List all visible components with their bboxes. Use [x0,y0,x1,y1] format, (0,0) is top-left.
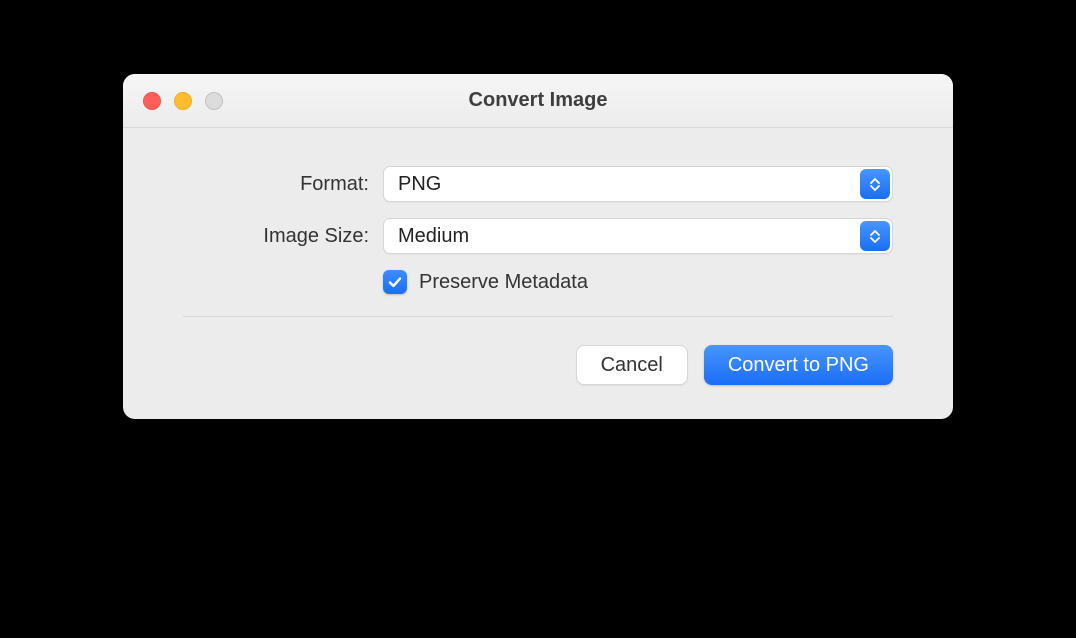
minimize-window-button[interactable] [174,92,192,110]
button-row: Cancel Convert to PNG [123,317,953,419]
format-row: Format: PNG [183,166,893,202]
cancel-button[interactable]: Cancel [576,345,688,385]
preserve-metadata-label: Preserve Metadata [419,271,588,294]
close-window-button[interactable] [143,92,161,110]
format-value: PNG [398,173,441,196]
format-label: Format: [183,173,383,196]
dialog-content: Format: PNG Image Size: Medium [123,128,953,317]
chevron-up-down-icon [860,169,890,199]
zoom-window-button [205,92,223,110]
image-size-row: Image Size: Medium [183,218,893,254]
image-size-value: Medium [398,225,469,248]
image-size-select[interactable]: Medium [383,218,893,254]
preserve-metadata-checkbox[interactable] [383,270,407,294]
preserve-metadata-row: Preserve Metadata [383,270,893,294]
convert-image-dialog: Convert Image Format: PNG Image Size: Me… [123,74,953,419]
checkmark-icon [387,274,403,290]
image-size-label: Image Size: [183,225,383,248]
window-title: Convert Image [469,89,608,112]
window-controls [143,92,223,110]
format-select[interactable]: PNG [383,166,893,202]
convert-button[interactable]: Convert to PNG [704,345,893,385]
titlebar: Convert Image [123,74,953,128]
chevron-up-down-icon [860,221,890,251]
